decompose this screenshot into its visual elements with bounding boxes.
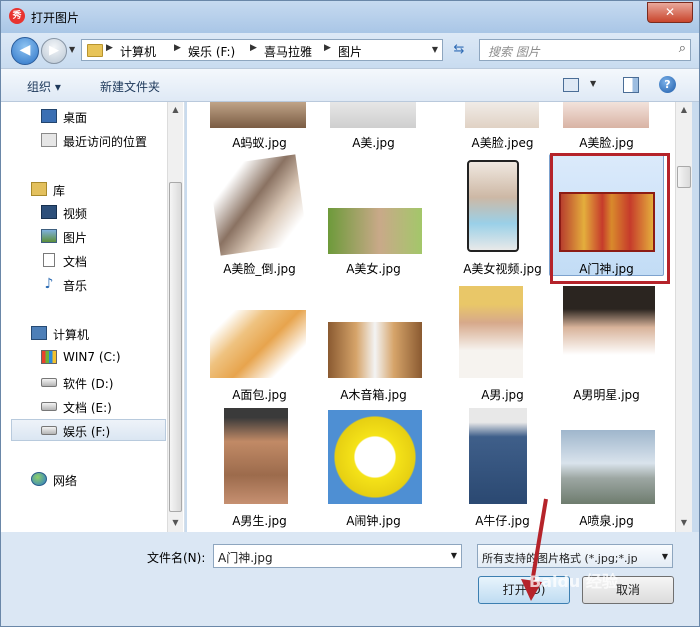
annotation-arrow <box>521 498 548 601</box>
open-image-dialog: 秀 打开图片 ✕ ◀ ▶ ▼ ▶ 计算机 ▶ 娱乐 (F:) ▶ 喜马拉雅 ▶ … <box>0 0 700 627</box>
watermark-text: Baidu 经验 <box>529 572 618 591</box>
